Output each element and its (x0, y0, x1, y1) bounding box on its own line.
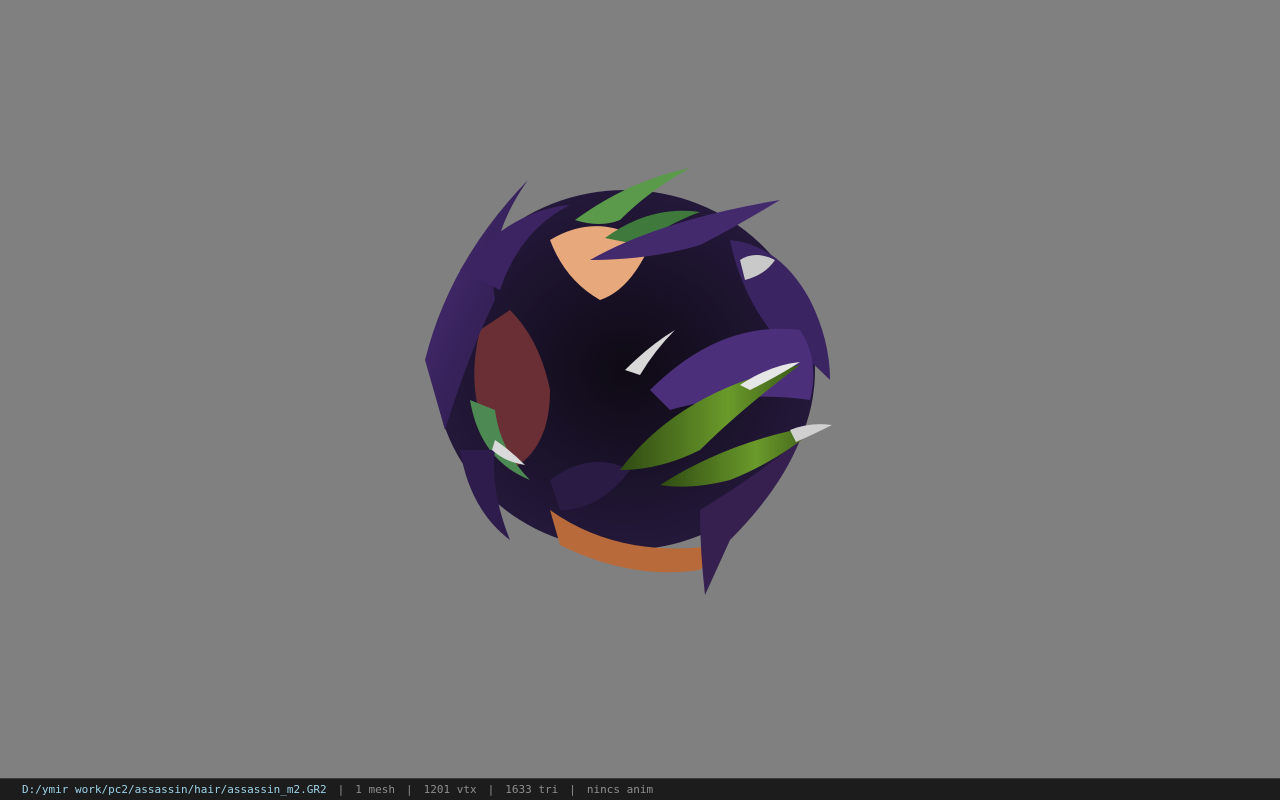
hair-mesh-icon (425, 168, 832, 595)
animation-status: nincs anim (586, 783, 654, 796)
separator: | (487, 783, 495, 796)
vertex-count: 1201 vtx (423, 783, 477, 796)
triangle-count: 1633 tri (505, 783, 559, 796)
status-bar: D:/ymir work/pc2/assassin/hair/assassin_… (0, 778, 1280, 800)
mesh-count: 1 mesh (355, 783, 396, 796)
file-path: D:/ymir work/pc2/assassin/hair/assassin_… (22, 783, 327, 796)
separator: | (337, 783, 345, 796)
separator: | (406, 783, 413, 796)
3d-viewport[interactable] (0, 0, 1280, 778)
separator: | (569, 783, 576, 796)
